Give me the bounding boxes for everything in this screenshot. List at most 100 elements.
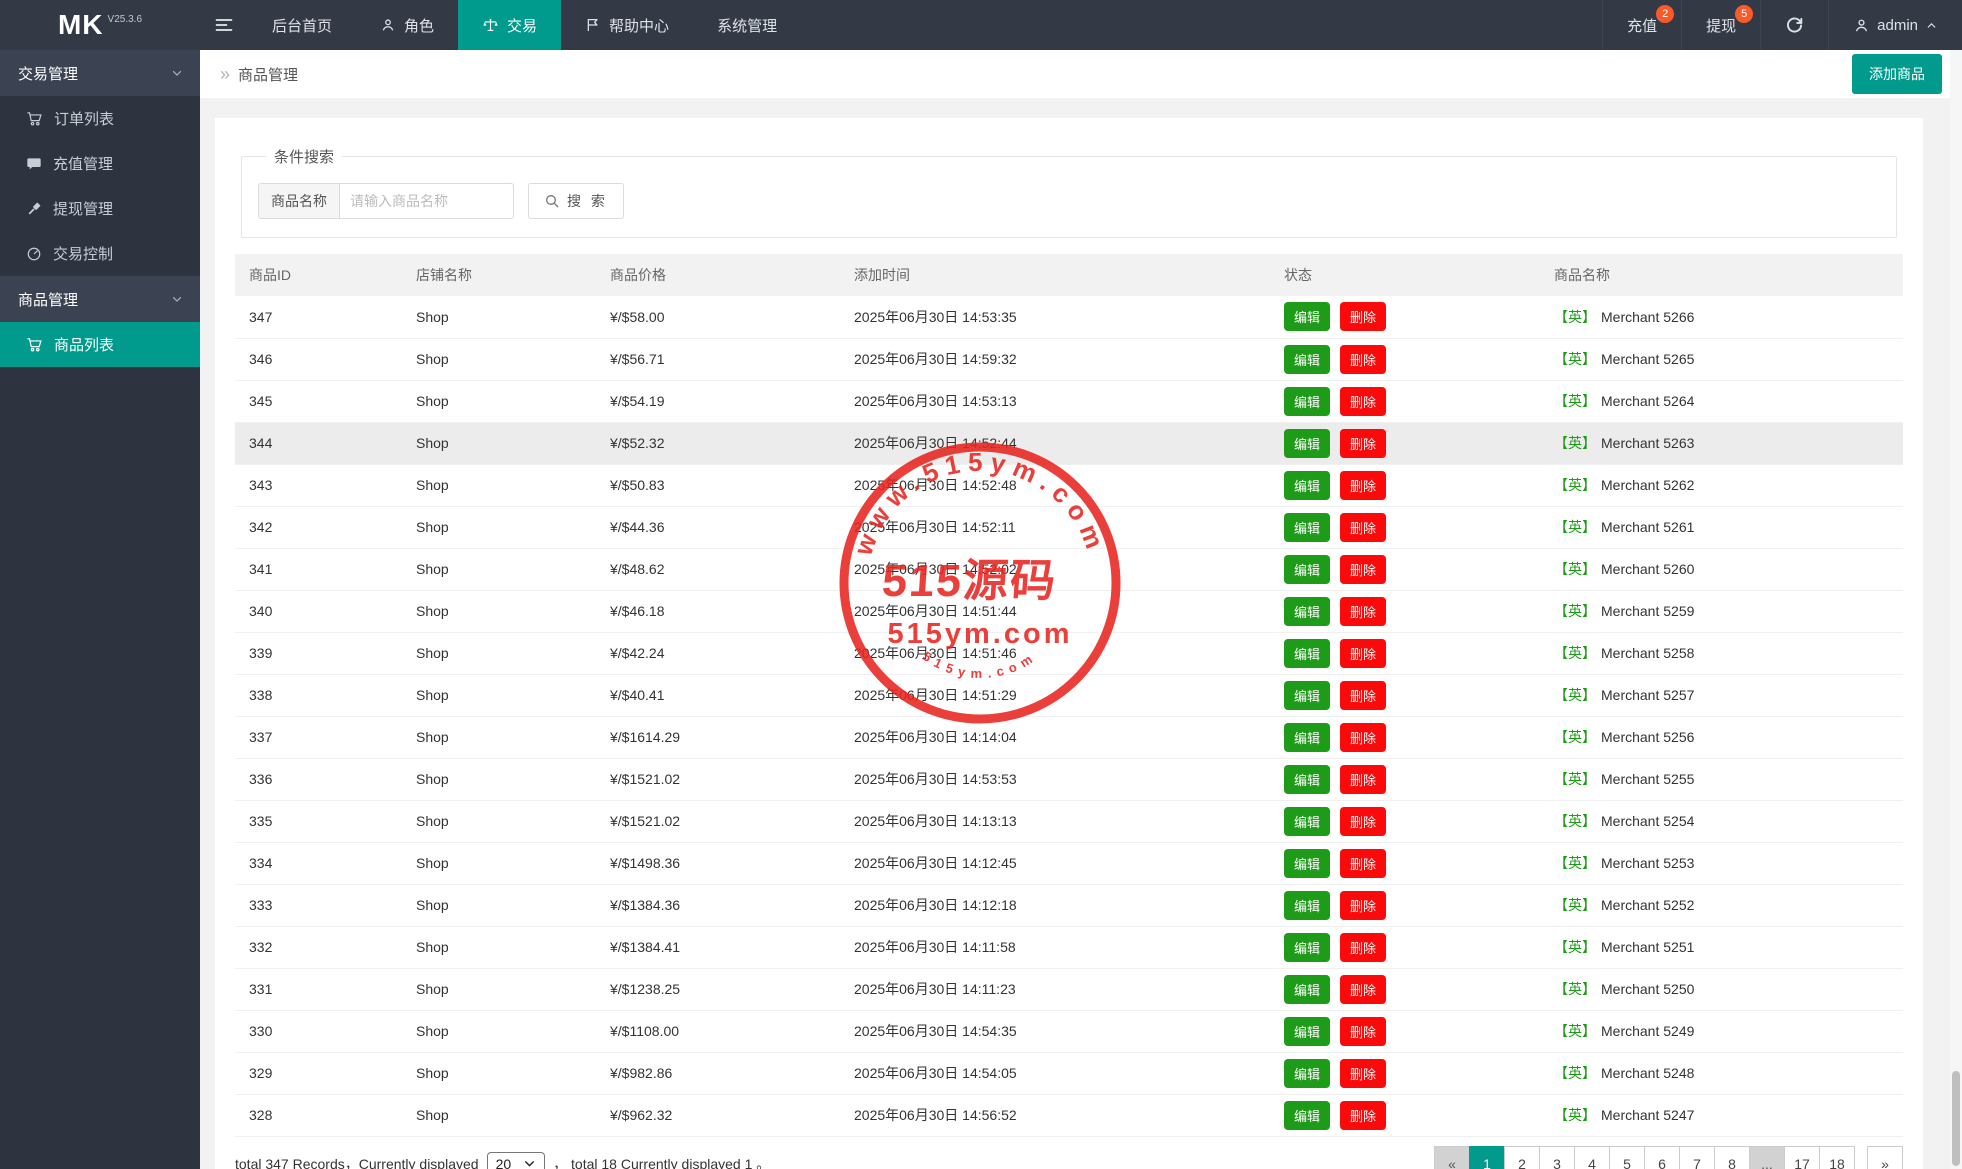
delete-button[interactable]: 删除 xyxy=(1340,849,1386,878)
delete-button[interactable]: 删除 xyxy=(1340,302,1386,331)
page-button[interactable]: 3 xyxy=(1539,1146,1575,1169)
cell-product-name: 【英】Merchant 5257 xyxy=(1540,674,1903,716)
top-navbar: MK V25.3.6 后台首页角色交易帮助中心系统管理 充值 2 提现 5 xyxy=(0,0,1962,50)
sidebar-item-withdraw-manage[interactable]: 提现管理 xyxy=(0,186,200,231)
sidebar-item-product-list[interactable]: 商品列表 xyxy=(0,322,200,367)
edit-button[interactable]: 编辑 xyxy=(1284,471,1330,500)
content-panel: 条件搜索 商品名称 搜 索 商品ID店铺名称商 xyxy=(215,118,1923,1169)
delete-button[interactable]: 删除 xyxy=(1340,555,1386,584)
add-product-button[interactable]: 添加商品 xyxy=(1852,54,1942,94)
delete-button[interactable]: 删除 xyxy=(1340,471,1386,500)
delete-button[interactable]: 删除 xyxy=(1340,723,1386,752)
product-name-input[interactable] xyxy=(339,183,514,219)
edit-button[interactable]: 编辑 xyxy=(1284,597,1330,626)
nav-item-help-center[interactable]: 帮助中心 xyxy=(561,0,693,50)
page-button[interactable]: 17 xyxy=(1784,1146,1820,1169)
page-button[interactable]: 2 xyxy=(1504,1146,1540,1169)
user-menu[interactable]: admin xyxy=(1828,0,1962,50)
page-button[interactable]: 5 xyxy=(1609,1146,1645,1169)
delete-button[interactable]: 删除 xyxy=(1340,1059,1386,1088)
edit-button[interactable]: 编辑 xyxy=(1284,975,1330,1004)
nav-item-trade[interactable]: 交易 xyxy=(458,0,561,50)
nav-item-system[interactable]: 系统管理 xyxy=(693,0,801,50)
delete-button[interactable]: 删除 xyxy=(1340,807,1386,836)
scales-icon xyxy=(482,17,499,34)
cell-status: 编辑删除 xyxy=(1270,380,1540,422)
delete-button[interactable]: 删除 xyxy=(1340,933,1386,962)
edit-button[interactable]: 编辑 xyxy=(1284,933,1330,962)
nav-item-home[interactable]: 后台首页 xyxy=(248,0,356,50)
page-button[interactable]: 18 xyxy=(1819,1146,1855,1169)
edit-button[interactable]: 编辑 xyxy=(1284,387,1330,416)
nav-item-label: 后台首页 xyxy=(272,15,332,36)
cell-product-name: 【英】Merchant 5247 xyxy=(1540,1094,1903,1136)
delete-button[interactable]: 删除 xyxy=(1340,1017,1386,1046)
sidebar-group-product-manage[interactable]: 商品管理 xyxy=(0,276,200,322)
edit-button[interactable]: 编辑 xyxy=(1284,765,1330,794)
cell-status: 编辑删除 xyxy=(1270,800,1540,842)
edit-button[interactable]: 编辑 xyxy=(1284,849,1330,878)
edit-button[interactable]: 编辑 xyxy=(1284,807,1330,836)
language-tag: 【英】 xyxy=(1554,981,1596,997)
search-button[interactable]: 搜 索 xyxy=(528,183,624,219)
delete-button[interactable]: 删除 xyxy=(1340,765,1386,794)
sidebar-item-order-list[interactable]: 订单列表 xyxy=(0,96,200,141)
delete-button[interactable]: 删除 xyxy=(1340,1101,1386,1130)
language-tag: 【英】 xyxy=(1554,1023,1596,1039)
breadcrumb: » 商品管理 添加商品 xyxy=(200,50,1962,98)
delete-button[interactable]: 删除 xyxy=(1340,513,1386,542)
delete-button[interactable]: 删除 xyxy=(1340,639,1386,668)
edit-button[interactable]: 编辑 xyxy=(1284,302,1330,331)
edit-button[interactable]: 编辑 xyxy=(1284,723,1330,752)
delete-button[interactable]: 删除 xyxy=(1340,681,1386,710)
edit-button[interactable]: 编辑 xyxy=(1284,1059,1330,1088)
delete-button[interactable]: 删除 xyxy=(1340,891,1386,920)
delete-button[interactable]: 删除 xyxy=(1340,345,1386,374)
edit-button[interactable]: 编辑 xyxy=(1284,639,1330,668)
delete-button[interactable]: 删除 xyxy=(1340,387,1386,416)
delete-button[interactable]: 删除 xyxy=(1340,429,1386,458)
cell-added-time: 2025年06月30日 14:54:35 xyxy=(840,1010,1270,1052)
refresh-button[interactable] xyxy=(1760,0,1828,50)
withdraw-button[interactable]: 提现 5 xyxy=(1681,0,1760,50)
nav-item-roles[interactable]: 角色 xyxy=(356,0,458,50)
prev-page-button[interactable]: « xyxy=(1434,1146,1470,1169)
sidebar-group-trade-manage[interactable]: 交易管理 xyxy=(0,50,200,96)
sidebar-item-trade-control[interactable]: 交易控制 xyxy=(0,231,200,276)
page-button[interactable]: 4 xyxy=(1574,1146,1610,1169)
table-row: 330Shop¥/$1108.002025年06月30日 14:54:35编辑删… xyxy=(235,1010,1903,1052)
edit-button[interactable]: 编辑 xyxy=(1284,429,1330,458)
edit-button[interactable]: 编辑 xyxy=(1284,555,1330,584)
nav-item-label: 交易 xyxy=(507,15,537,36)
page-button[interactable]: 6 xyxy=(1644,1146,1680,1169)
page-button[interactable]: 1 xyxy=(1469,1146,1505,1169)
cell-price: ¥/$982.86 xyxy=(596,1052,840,1094)
cell-price: ¥/$1384.36 xyxy=(596,884,840,926)
edit-button[interactable]: 编辑 xyxy=(1284,513,1330,542)
cell-product-id: 332 xyxy=(235,926,402,968)
page-size-select[interactable]: 20 xyxy=(487,1152,546,1169)
edit-button[interactable]: 编辑 xyxy=(1284,891,1330,920)
recharge-button[interactable]: 充值 2 xyxy=(1602,0,1681,50)
edit-button[interactable]: 编辑 xyxy=(1284,681,1330,710)
edit-button[interactable]: 编辑 xyxy=(1284,1101,1330,1130)
table-row: 331Shop¥/$1238.252025年06月30日 14:11:23编辑删… xyxy=(235,968,1903,1010)
delete-button[interactable]: 删除 xyxy=(1340,975,1386,1004)
cell-shop-name: Shop xyxy=(402,758,596,800)
next-page-button[interactable]: » xyxy=(1867,1146,1903,1169)
breadcrumb-arrows-icon: » xyxy=(220,65,230,83)
nav-item-label: 角色 xyxy=(404,15,434,36)
page-button[interactable]: 8 xyxy=(1714,1146,1750,1169)
column-header: 商品名称 xyxy=(1540,254,1903,296)
scrollbar-thumb[interactable] xyxy=(1952,1071,1960,1166)
edit-button[interactable]: 编辑 xyxy=(1284,1017,1330,1046)
hamburger-menu-icon[interactable] xyxy=(200,0,248,50)
edit-button[interactable]: 编辑 xyxy=(1284,345,1330,374)
delete-button[interactable]: 删除 xyxy=(1340,597,1386,626)
cell-product-id: 334 xyxy=(235,842,402,884)
page-button[interactable]: 7 xyxy=(1679,1146,1715,1169)
sidebar-item-label: 商品列表 xyxy=(54,334,114,355)
vertical-scrollbar[interactable] xyxy=(1950,50,1962,1169)
language-tag: 【英】 xyxy=(1554,855,1596,871)
sidebar-item-recharge-manage[interactable]: 充值管理 xyxy=(0,141,200,186)
